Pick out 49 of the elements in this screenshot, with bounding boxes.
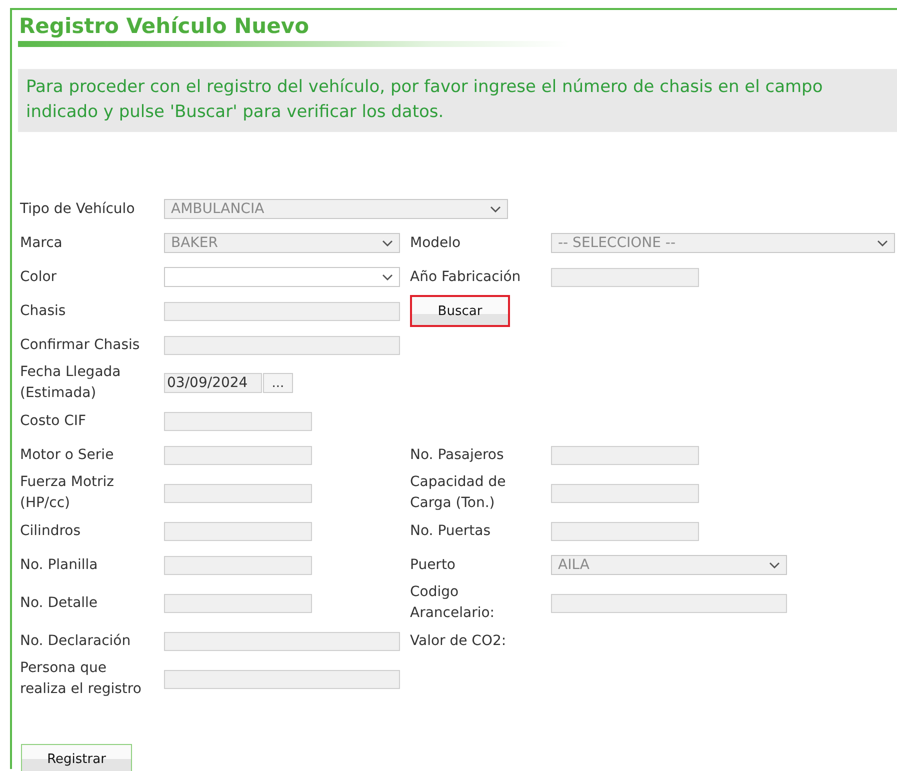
input-field[interactable]	[164, 412, 312, 430]
field-label: No. Declaración	[20, 632, 132, 650]
input-field[interactable]	[551, 594, 787, 612]
field-label: Valor de CO2:	[410, 632, 508, 650]
field-label: Cilindros	[20, 522, 82, 540]
search-button[interactable]: Buscar	[410, 295, 510, 327]
dropdown[interactable]	[164, 267, 400, 287]
field-label: No. Planilla	[20, 556, 99, 574]
chevron-down-icon	[382, 274, 393, 280]
input-field[interactable]	[551, 522, 699, 540]
input-field[interactable]	[164, 302, 400, 320]
input-field[interactable]	[164, 336, 400, 354]
field-label: Puerto	[410, 556, 456, 574]
register-button[interactable]: Registrar	[21, 744, 132, 771]
input-field[interactable]	[164, 594, 312, 612]
instructions-text: Para proceder con el registro del vehículo, por favor ingrese el número de chasis en el campo indicado y pulse 'Buscar' para verificar los datos.	[18, 69, 897, 132]
input-field[interactable]	[551, 268, 699, 286]
field-label: Persona que realiza el registro	[20, 659, 142, 699]
page-title: Registro Vehículo Nuevo	[19, 14, 310, 38]
field-label: Capacidad de Carga (Ton.)	[410, 473, 507, 513]
field-label: Costo CIF	[20, 412, 88, 430]
field-label: Fecha Llegada (Estimada)	[20, 363, 122, 403]
input-field[interactable]	[551, 484, 699, 502]
field-label: Fuerza Motriz (HP/cc)	[20, 473, 116, 513]
chevron-down-icon	[877, 240, 888, 246]
field-label: Marca	[20, 234, 64, 252]
field-label: Confirmar Chasis	[20, 336, 141, 354]
chevron-down-icon	[490, 206, 501, 212]
field-label: No. Detalle	[20, 594, 99, 612]
field-label: Año Fabricación	[410, 268, 522, 286]
date-picker-button[interactable]: ...	[263, 373, 293, 393]
input-field[interactable]	[164, 484, 312, 502]
field-label: No. Pasajeros	[410, 446, 505, 464]
field-label: Codigo Arancelario:	[410, 583, 496, 623]
input-field[interactable]	[164, 556, 312, 574]
input-field[interactable]	[164, 670, 400, 688]
field-label: Motor o Serie	[20, 446, 115, 464]
field-label: Chasis	[20, 302, 67, 320]
chevron-down-icon	[382, 240, 393, 246]
field-label: Modelo	[410, 234, 462, 252]
input-field[interactable]	[164, 522, 312, 540]
chevron-down-icon	[769, 562, 780, 568]
date-field[interactable]: 03/09/2024	[164, 373, 262, 393]
input-field[interactable]	[164, 446, 312, 464]
field-label: Tipo de Vehículo	[20, 200, 136, 218]
field-label: Color	[20, 268, 58, 286]
field-label: No. Puertas	[410, 522, 492, 540]
input-field[interactable]	[164, 632, 400, 650]
input-field[interactable]	[551, 446, 699, 464]
